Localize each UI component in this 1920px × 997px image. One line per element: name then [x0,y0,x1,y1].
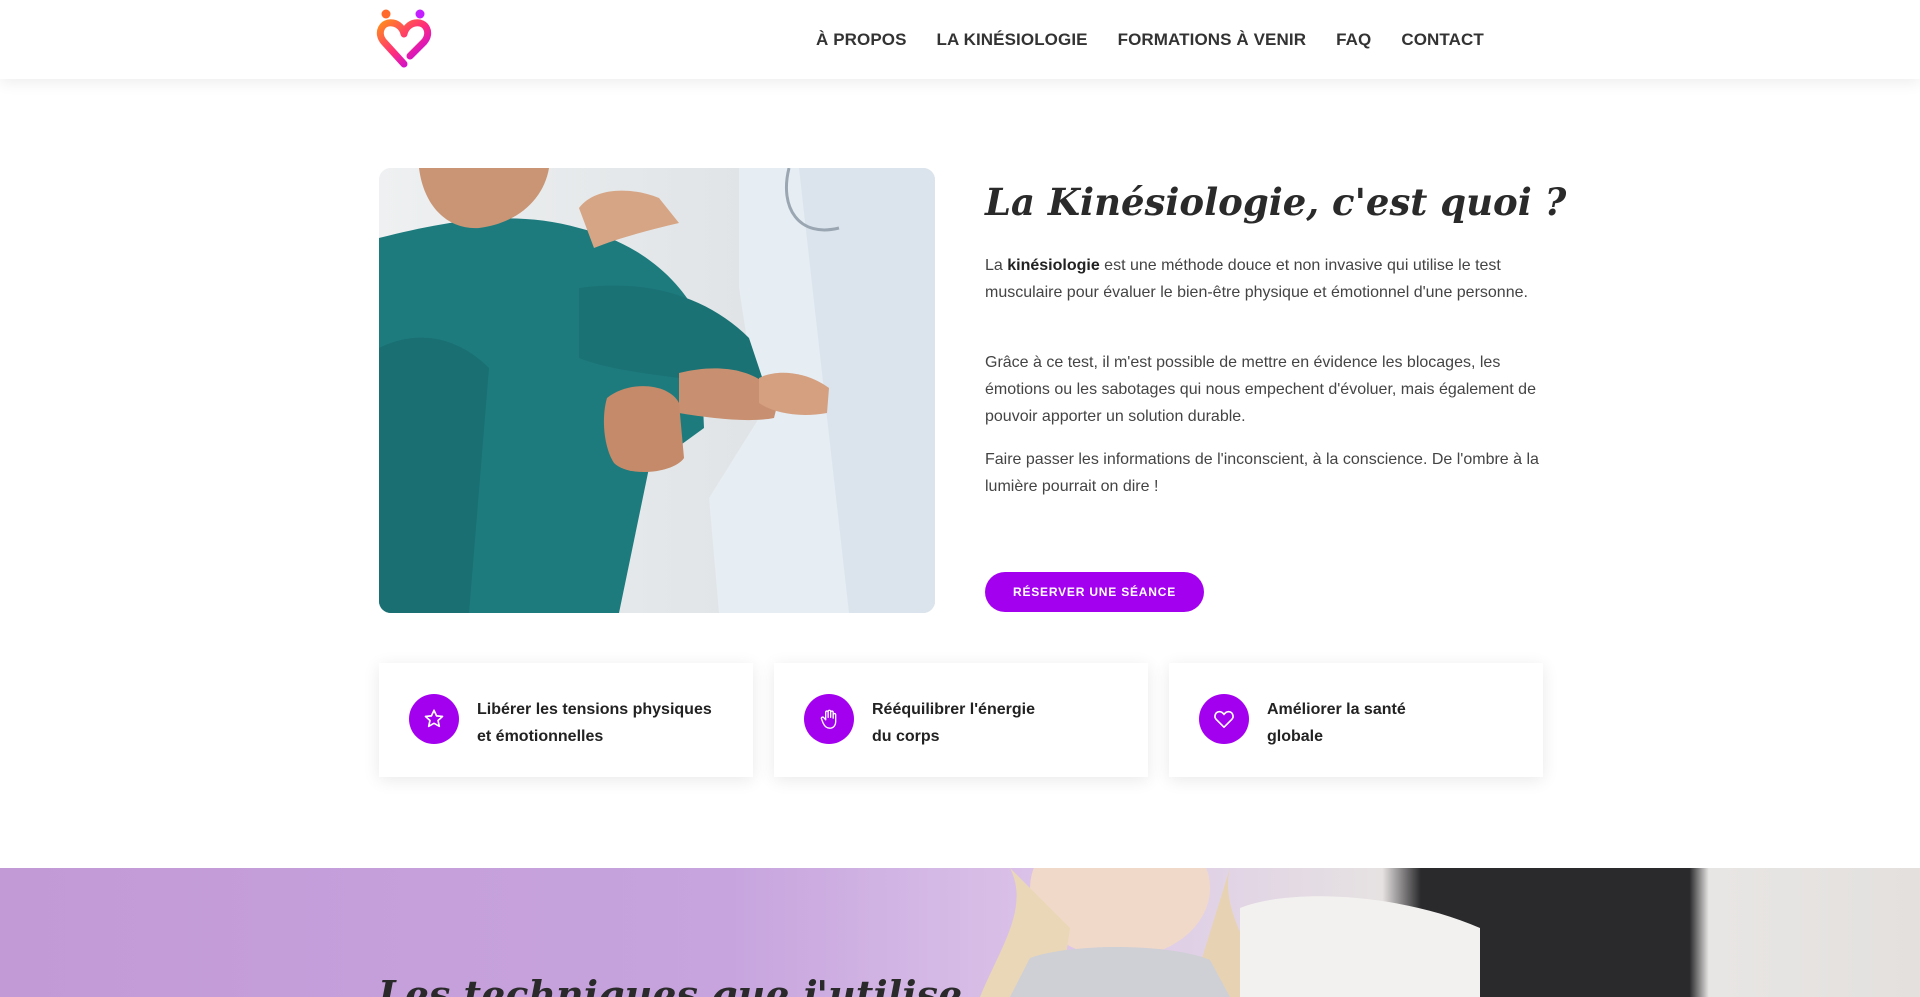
feature-line-1: Améliorer la santé [1267,701,1406,718]
intro-p1-lead: La [985,257,1008,274]
nav-link-faq[interactable]: FAQ [1336,30,1371,50]
nav-link-kinesiologie[interactable]: LA KINÉSIOLOGIE [937,30,1088,50]
intro-paragraph-1: La kinésiologie est une méthode douce et… [985,252,1550,306]
feature-line-2: globale [1267,728,1324,745]
star-icon [409,694,459,744]
site-header: À PROPOS LA KINÉSIOLOGIE FORMATIONS À VE… [0,0,1920,79]
main-nav: À PROPOS LA KINÉSIOLOGIE FORMATIONS À VE… [816,0,1484,79]
techniques-section: Les techniques que j'utilise [0,868,1920,997]
techniques-title: Les techniques que j'utilise [378,972,963,997]
intro-p1-bold: kinésiologie [1007,257,1100,274]
heart-icon [1199,694,1249,744]
hand-icon [804,694,854,744]
feature-card: Libérer les tensions physiques et émotio… [379,663,753,777]
kinesiology-photo [379,168,935,613]
feature-text: Améliorer la santé globale [1267,696,1512,750]
feature-line-2: du corps [872,728,940,745]
feature-text: Libérer les tensions physiques et émotio… [477,696,722,750]
intro-paragraph-2: Grâce à ce test, il m'est possible de me… [985,354,1536,425]
feature-line-2: et émotionnelles [477,728,604,745]
feature-card: Rééquilibrer l'énergie du corps [774,663,1148,777]
logo[interactable] [376,6,436,72]
feature-line-1: Rééquilibrer l'énergie [872,701,1035,718]
intro-paragraph-3: Faire passer les informations de l'incon… [985,451,1539,495]
page-title: La Kinésiologie, c'est quoi ? [985,180,1567,224]
book-session-button[interactable]: RÉSERVER UNE SÉANCE [985,572,1204,612]
nav-link-contact[interactable]: CONTACT [1401,30,1484,50]
feature-card: Améliorer la santé globale [1169,663,1543,777]
nav-link-formations[interactable]: FORMATIONS À VENIR [1118,30,1307,50]
nav-link-a-propos[interactable]: À PROPOS [816,30,907,50]
feature-text: Rééquilibrer l'énergie du corps [872,696,1117,750]
feature-line-1: Libérer les tensions physiques [477,701,712,718]
